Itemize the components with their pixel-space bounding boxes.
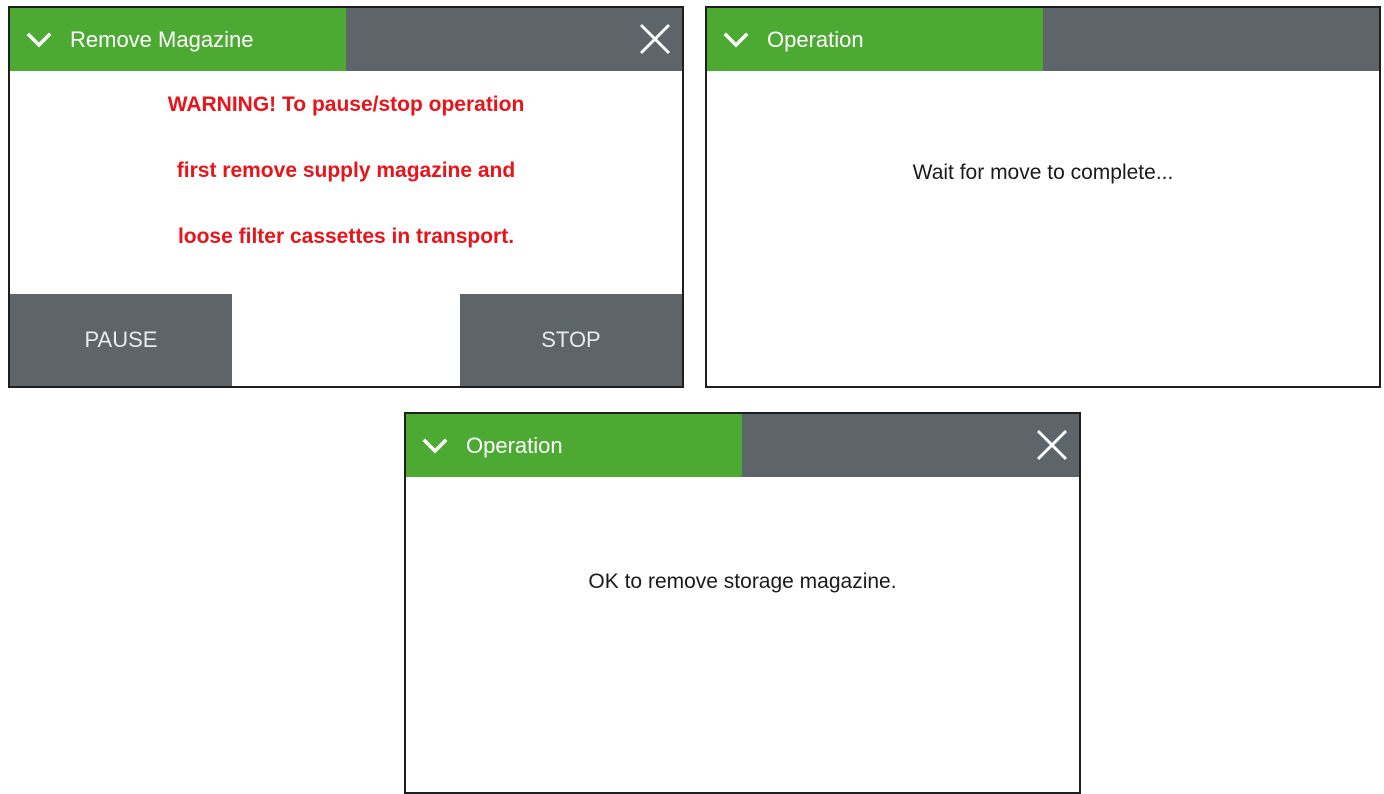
pause-button[interactable]: PAUSE — [10, 294, 232, 386]
remove-magazine-dialog: Remove Magazine WARNING! To pause/stop o… — [8, 6, 684, 388]
warning-line: first remove supply magazine and — [176, 159, 516, 182]
close-icon[interactable] — [1035, 428, 1069, 462]
dialog-title: Remove Magazine — [70, 26, 254, 52]
dialog-title: Operation — [466, 432, 563, 458]
close-icon[interactable] — [638, 22, 672, 56]
stop-button[interactable]: STOP — [460, 294, 682, 386]
status-message: OK to remove storage magazine. — [588, 570, 897, 593]
status-message: Wait for move to complete... — [912, 161, 1174, 184]
warning-line: loose filter cassettes in transport. — [177, 225, 515, 248]
warning-message: WARNING! To pause/stop operation first r… — [10, 72, 682, 270]
dialog-titlebar: Operation — [406, 414, 1079, 477]
chevron-down-icon[interactable] — [422, 433, 448, 459]
warning-line: WARNING! To pause/stop operation — [167, 93, 525, 116]
dialog-title-tab[interactable]: Remove Magazine — [10, 8, 346, 71]
operation-ok-dialog: Operation OK to remove storage magazine. — [404, 412, 1081, 794]
chevron-down-icon[interactable] — [723, 27, 749, 53]
dialog-title-tab[interactable]: Operation — [707, 8, 1043, 71]
dialog-title-tab[interactable]: Operation — [406, 414, 742, 477]
chevron-down-icon[interactable] — [26, 27, 52, 53]
dialog-titlebar: Operation — [707, 8, 1379, 71]
dialog-titlebar: Remove Magazine — [10, 8, 682, 71]
operation-wait-dialog: Operation Wait for move to complete... — [705, 6, 1381, 388]
dialog-title: Operation — [767, 26, 864, 52]
